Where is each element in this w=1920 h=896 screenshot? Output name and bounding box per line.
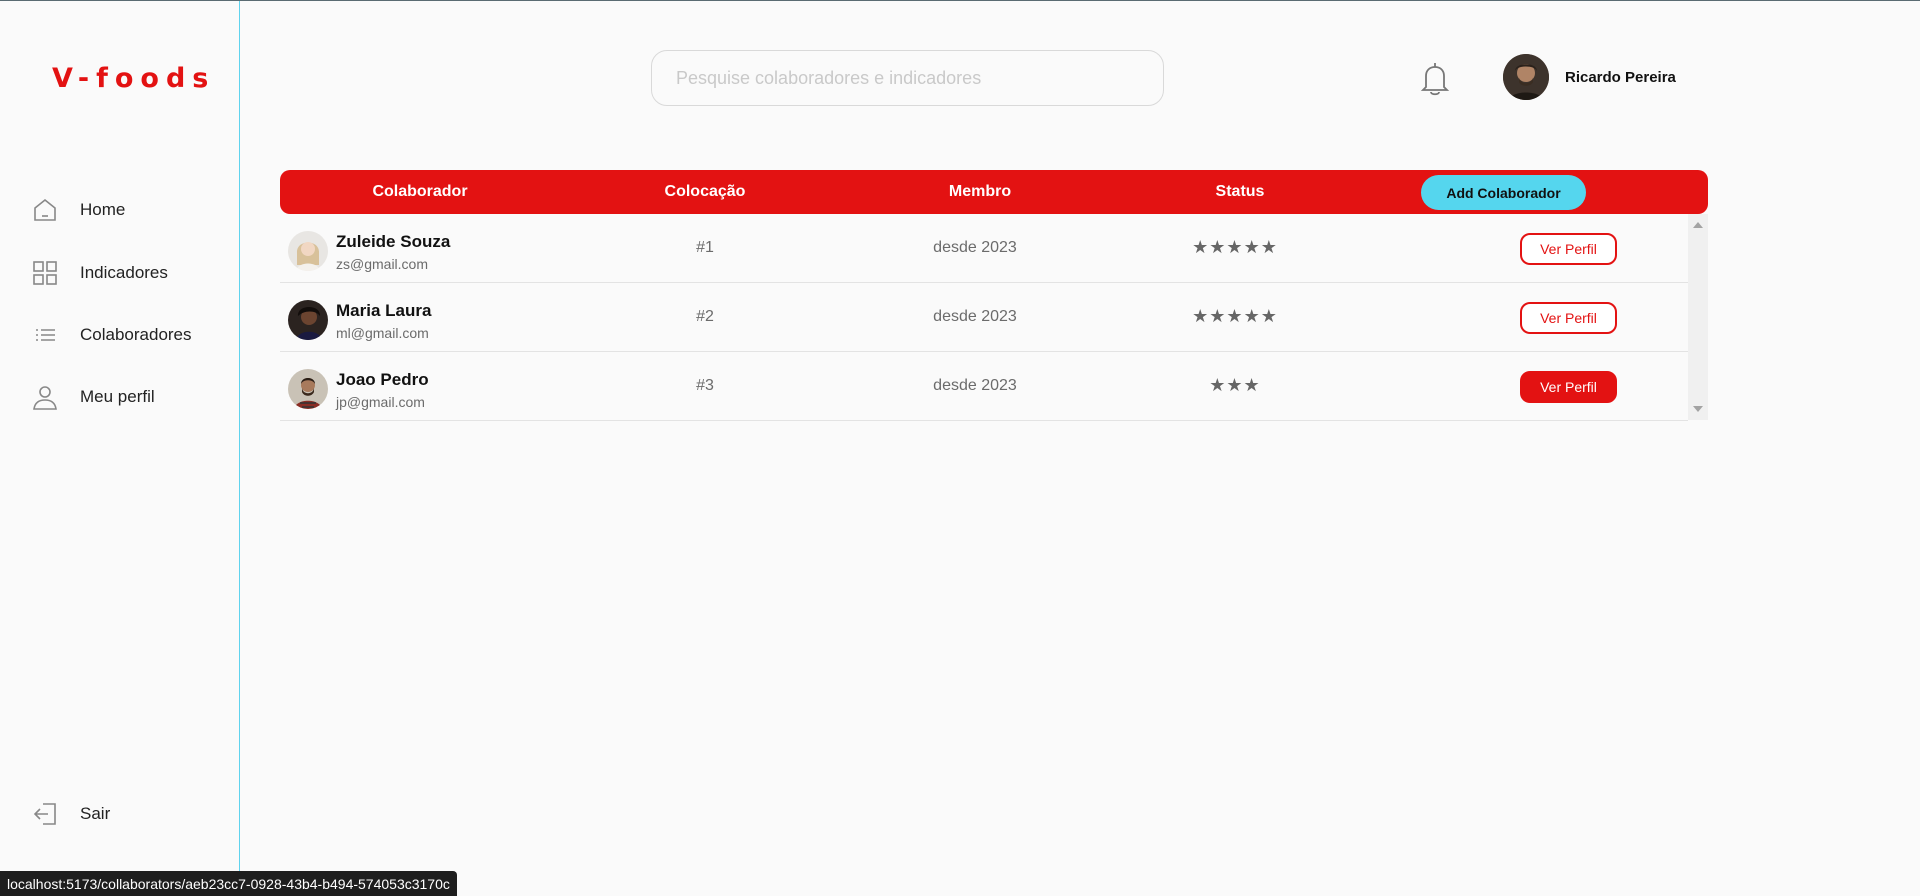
collaborator-rank: #1	[696, 239, 714, 256]
user-icon	[30, 382, 60, 412]
logout-label: Sair	[80, 804, 111, 823]
add-colaborador-button[interactable]: Add Colaborador	[1421, 175, 1586, 210]
column-header-membro: Membro	[948, 183, 1012, 200]
brand-logo[interactable]: V-foods	[52, 63, 215, 94]
logout-button[interactable]: Sair	[30, 794, 110, 834]
avatar	[288, 369, 328, 409]
collaborator-member-since: desde 2023	[933, 239, 1017, 256]
avatar	[288, 231, 328, 271]
scroll-down-icon[interactable]	[1693, 406, 1703, 412]
list-icon	[30, 320, 60, 350]
grid-icon	[30, 258, 60, 288]
status-bar-url: localhost:5173/collaborators/aeb23cc7-09…	[0, 871, 457, 896]
column-header-colocacao: Colocação	[664, 183, 746, 200]
collaborator-name: Maria Laura	[336, 301, 432, 320]
table-row: Maria Laura ml@gmail.com #2 desde 2023 ★…	[280, 283, 1688, 352]
sidebar-item-indicadores[interactable]: Indicadores	[30, 253, 168, 293]
rating-stars: ★★★★★	[1192, 306, 1278, 327]
ver-perfil-button[interactable]: Ver Perfil	[1520, 233, 1617, 265]
table-row: Zuleide Souza zs@gmail.com #1 desde 2023…	[280, 214, 1688, 283]
column-header-colaborador: Colaborador	[372, 183, 468, 200]
collaborator-name: Zuleide Souza	[336, 232, 451, 251]
bell-icon[interactable]	[1418, 61, 1452, 97]
scrollbar[interactable]	[1688, 214, 1708, 420]
logout-icon	[30, 799, 60, 829]
scroll-up-icon[interactable]	[1693, 222, 1703, 228]
search-input[interactable]	[651, 50, 1164, 106]
avatar	[1503, 54, 1549, 100]
user-name: Ricardo Pereira	[1565, 68, 1676, 86]
ver-perfil-button[interactable]: Ver Perfil	[1520, 302, 1617, 334]
collaborator-member-since: desde 2023	[933, 377, 1017, 394]
table-header: Colaborador Colocação Membro Status Add …	[280, 170, 1708, 214]
sidebar-item-meu-perfil[interactable]: Meu perfil	[30, 377, 155, 417]
rating-stars: ★★★★★	[1192, 237, 1278, 258]
avatar	[288, 300, 328, 340]
collaborator-member-since: desde 2023	[933, 308, 1017, 325]
home-icon	[30, 195, 60, 225]
sidebar-item-colaboradores[interactable]: Colaboradores	[30, 315, 192, 355]
sidebar-item-label: Meu perfil	[80, 387, 155, 406]
sidebar-item-home[interactable]: Home	[30, 190, 125, 230]
rating-stars: ★★★	[1209, 375, 1261, 396]
table-row: Joao Pedro jp@gmail.com #3 desde 2023 ★★…	[280, 352, 1688, 421]
sidebar: V-foods Home Indicadores Colaboradores M…	[0, 1, 240, 896]
sidebar-item-label: Indicadores	[80, 263, 168, 282]
collaborator-email: zs@gmail.com	[336, 256, 429, 272]
collaborator-name: Joao Pedro	[336, 370, 429, 389]
collaborator-rank: #2	[696, 308, 714, 325]
table-body: Zuleide Souza zs@gmail.com #1 desde 2023…	[280, 214, 1708, 421]
user-menu[interactable]: Ricardo Pereira	[1503, 54, 1676, 100]
collaborator-rank: #3	[696, 377, 714, 394]
sidebar-item-label: Home	[80, 200, 126, 219]
collaborator-email: ml@gmail.com	[336, 325, 429, 341]
sidebar-item-label: Colaboradores	[80, 325, 192, 344]
ver-perfil-button[interactable]: Ver Perfil	[1520, 371, 1617, 403]
column-header-status: Status	[1215, 183, 1265, 200]
collaborator-email: jp@gmail.com	[336, 394, 425, 410]
